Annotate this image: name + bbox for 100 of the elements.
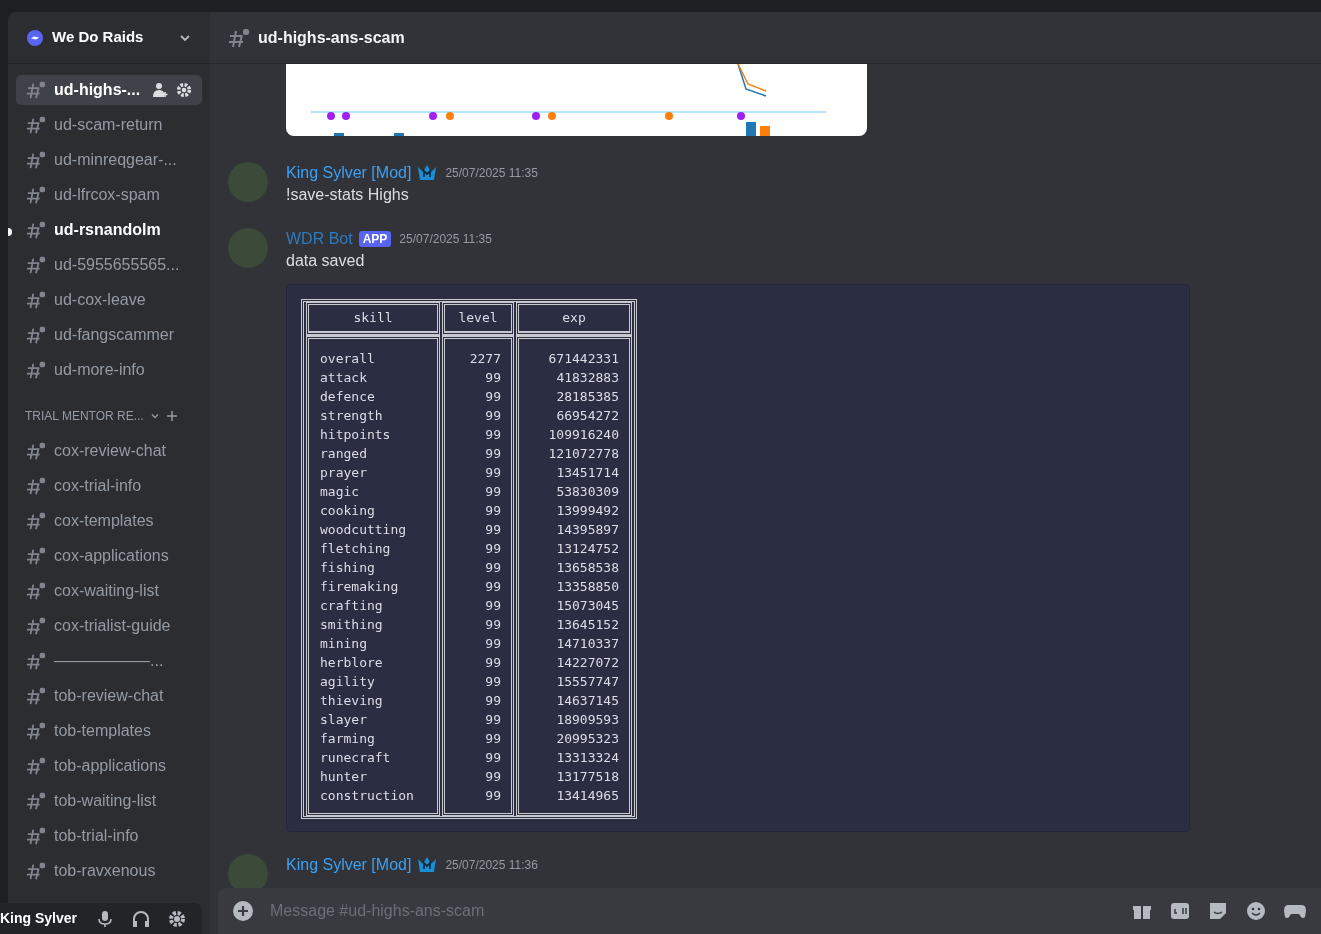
table-cell: 99 [442,425,514,444]
table-cell: 13645152 [516,615,632,634]
channel-item[interactable]: cox-trialist-guide [16,611,202,641]
chart-point [532,112,540,120]
table-cell: 99 [442,653,514,672]
table-cell: herblore [306,653,440,672]
sticker-icon[interactable] [1207,900,1229,922]
add-icon[interactable] [165,410,178,422]
timestamp: 25/07/2025 11:35 [399,231,492,248]
table-cell: attack [306,368,440,387]
locked-channel-icon [26,721,46,741]
microphone-icon[interactable] [96,909,114,928]
channel-item[interactable]: cox-applications [16,541,202,571]
table-cell: 99 [442,729,514,748]
channel-item[interactable]: ud-lfrcox-spam [16,180,202,210]
add-member-icon[interactable] [152,82,168,98]
channel-item[interactable]: tob-waiting-list [16,786,202,816]
gif-icon[interactable] [1169,900,1191,922]
table-cell: 99 [442,672,514,691]
locked-channel-icon [26,791,46,811]
table-cell: 99 [442,368,514,387]
channel-item[interactable]: tob-review-chat [16,681,202,711]
channel-item[interactable]: ud-highs-... [16,75,202,105]
locked-channel-icon [26,325,46,345]
verified-badge-icon [26,28,44,47]
settings-icon[interactable] [176,82,192,98]
locked-channel-icon [26,185,46,205]
table-cell: 99 [442,767,514,786]
chart-bar [334,133,344,136]
locked-channel-icon [228,26,250,49]
table-cell: firemaking [306,577,440,596]
table-cell: 99 [442,786,514,816]
headphones-icon[interactable] [132,909,150,928]
category-label[interactable]: TRIAL MENTOR RE... [25,407,144,425]
chart-bar [760,126,770,136]
channel-item[interactable]: tob-ravxenous [16,856,202,886]
table-cell: farming [306,729,440,748]
locked-channel-icon [26,651,46,671]
channel-item[interactable]: cox-trial-info [16,471,202,501]
channel-item[interactable]: ud-minreqgear-... [16,145,202,175]
channel-item[interactable]: ud-more-info [16,355,202,385]
channel-item[interactable]: tob-templates [16,716,202,746]
table-cell: 14395897 [516,520,632,539]
locked-channel-icon [26,476,46,496]
table-cell: 20995323 [516,729,632,748]
message-input[interactable]: Message #ud-highs-ans-scam [270,899,1115,923]
chart-bar [746,122,756,136]
table-cell: cooking [306,501,440,520]
chart-bar [394,133,404,136]
table-cell: 14227072 [516,653,632,672]
chevron-down-icon[interactable] [149,411,160,421]
table-cell: 13451714 [516,463,632,482]
channel-item[interactable]: cox-waiting-list [16,576,202,606]
locked-channel-icon [26,360,46,380]
table-cell: 41832883 [516,368,632,387]
table-cell: 99 [442,748,514,767]
table-cell: 99 [442,710,514,729]
table-cell: 13358850 [516,577,632,596]
author-name[interactable]: WDR Bot [286,227,353,251]
table-cell: magic [306,482,440,501]
message-text: data saved [286,251,366,271]
add-icon[interactable] [232,900,254,922]
channel-item[interactable]: cox-review-chat [16,436,202,466]
emoji-icon[interactable] [1245,900,1267,922]
username: King Sylver [0,909,78,928]
crown-icon [417,164,438,182]
table-cell: 121072778 [516,444,632,463]
settings-icon[interactable] [168,909,186,928]
channel-item[interactable]: cox-templates [16,506,202,536]
author-name[interactable]: King Sylver [Mod] [286,161,412,185]
locked-channel-icon [26,686,46,706]
locked-channel-icon [26,441,46,461]
channel-item[interactable]: ud-fangscammer [16,320,202,350]
table-cell: ranged [306,444,440,463]
table-cell: smithing [306,615,440,634]
table-cell: 13177518 [516,767,632,786]
message-composer[interactable]: Message #ud-highs-ans-scam [218,888,1321,934]
table-cell: 99 [442,691,514,710]
table-cell: 99 [442,577,514,596]
table-cell: woodcutting [306,520,440,539]
table-cell: 99 [442,520,514,539]
locked-channel-icon [26,826,46,846]
channel-item[interactable]: ud-rsnandolm [16,215,202,245]
table-cell: 15557747 [516,672,632,691]
channel-item[interactable]: ud-cox-leave [16,285,202,315]
column-header: level [442,302,514,336]
channel-item[interactable]: tob-applications [16,751,202,781]
table-cell: 14710337 [516,634,632,653]
table-cell: hunter [306,767,440,786]
author-name[interactable]: King Sylver [Mod] [286,853,412,877]
table-cell: defence [306,387,440,406]
timestamp: 25/07/2025 11:35 [445,165,538,182]
timestamp: 25/07/2025 11:36 [445,857,538,874]
locked-channel-icon [26,511,46,531]
channel-item[interactable]: ud-5955655565... [16,250,202,280]
channel-item[interactable]: ud-scam-return [16,110,202,140]
table-cell: agility [306,672,440,691]
channel-item[interactable]: ——————... [16,646,202,676]
channel-item[interactable]: tob-trial-info [16,821,202,851]
chart-point [446,112,454,120]
